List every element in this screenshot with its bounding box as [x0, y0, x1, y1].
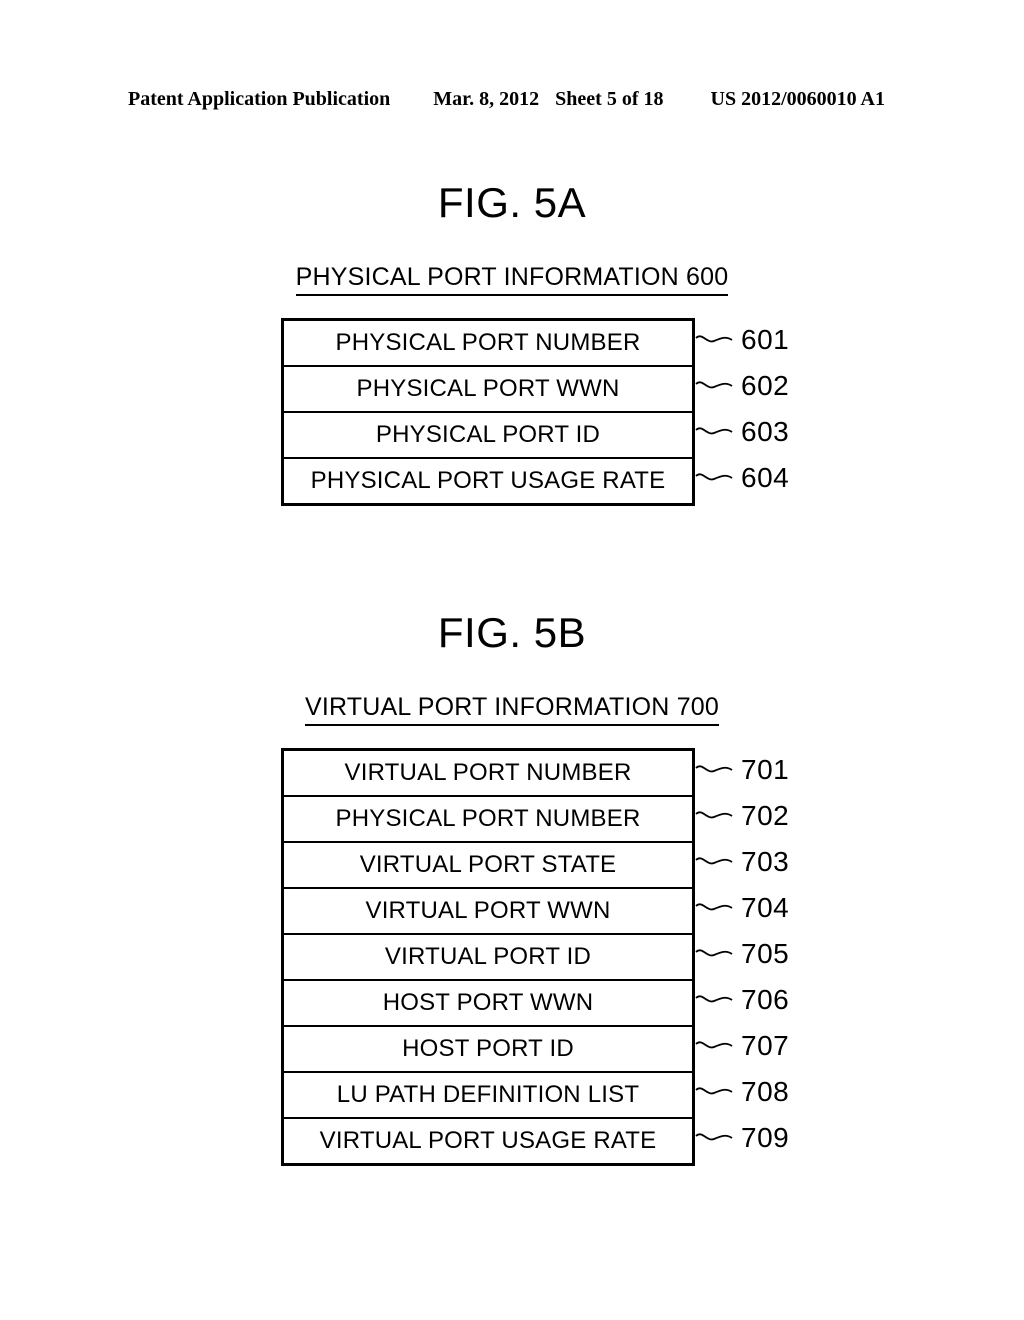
reference-number: 701: [741, 754, 790, 785]
reference-callout: 707: [689, 1024, 789, 1068]
figure-5b-title: FIG. 5B: [437, 609, 587, 656]
reference-number: 704: [741, 892, 790, 923]
figure-5b-caption-wrap: VIRTUAL PORT INFORMATION 700: [0, 692, 1024, 726]
publication-date-label: Mar. 8, 2012: [433, 88, 540, 110]
reference-callout: 602: [689, 364, 789, 408]
reference-callout: 601: [689, 318, 789, 362]
leader-line-squiggle-icon: [695, 335, 733, 343]
table-row: PHYSICAL PORT ID: [284, 413, 692, 459]
leader-line-squiggle-icon: [695, 949, 733, 957]
table-row: HOST PORT ID: [284, 1027, 692, 1073]
field-label: VIRTUAL PORT STATE: [359, 851, 617, 878]
leader-line-squiggle-icon: [695, 857, 733, 865]
reference-number: 602: [741, 370, 790, 401]
reference-number: 707: [741, 1030, 790, 1061]
leader-line-squiggle-icon: [695, 1087, 733, 1095]
reference-number: 601: [741, 324, 790, 355]
field-label: VIRTUAL PORT WWN: [365, 897, 611, 924]
field-label: VIRTUAL PORT NUMBER: [344, 759, 632, 786]
table-row: PHYSICAL PORT NUMBER: [284, 321, 692, 367]
reference-callout: 701: [689, 748, 789, 792]
field-label: HOST PORT WWN: [382, 989, 594, 1016]
reference-callout: 603: [689, 410, 789, 454]
publication-number-label: US 2012/0060010 A1: [710, 88, 885, 110]
reference-callout: 703: [689, 840, 789, 884]
reference-number: 703: [741, 846, 790, 877]
figure-5a-caption-wrap: PHYSICAL PORT INFORMATION 600: [0, 262, 1024, 296]
figure-5a: FIG. 5A PHYSICAL PORT INFORMATION 600 PH…: [0, 178, 1024, 506]
table-row: PHYSICAL PORT USAGE RATE: [284, 459, 692, 503]
reference-number: 705: [741, 938, 790, 969]
leader-line-squiggle-icon: [695, 903, 733, 911]
leader-line-squiggle-icon: [695, 995, 733, 1003]
reference-callout: 708: [689, 1070, 789, 1114]
reference-callout: 705: [689, 932, 789, 976]
reference-number: 709: [741, 1122, 790, 1153]
page-header: Patent Application Publication Mar. 8, 2…: [128, 88, 896, 114]
table-row: VIRTUAL PORT NUMBER: [284, 751, 692, 797]
table-row: PHYSICAL PORT WWN: [284, 367, 692, 413]
reference-number: 604: [741, 462, 790, 493]
publication-type-label: Patent Application Publication: [128, 88, 391, 110]
leader-line-squiggle-icon: [695, 381, 733, 389]
leader-line-squiggle-icon: [695, 1041, 733, 1049]
table-row: VIRTUAL PORT USAGE RATE: [284, 1119, 692, 1163]
field-label: HOST PORT ID: [402, 1035, 574, 1062]
table-row: LU PATH DEFINITION LIST: [284, 1073, 692, 1119]
field-label: LU PATH DEFINITION LIST: [336, 1081, 640, 1108]
reference-callout: 709: [689, 1116, 789, 1160]
leader-line-squiggle-icon: [695, 1133, 733, 1141]
field-label: PHYSICAL PORT USAGE RATE: [310, 467, 666, 494]
reference-callout: 706: [689, 978, 789, 1022]
leader-line-squiggle-icon: [695, 811, 733, 819]
reference-callout: 604: [689, 456, 789, 500]
table-row: VIRTUAL PORT ID: [284, 935, 692, 981]
leader-line-squiggle-icon: [695, 427, 733, 435]
field-label: PHYSICAL PORT NUMBER: [335, 329, 641, 356]
virtual-port-information-table: VIRTUAL PORT NUMBER PHYSICAL PORT NUMBER…: [281, 748, 695, 1166]
field-label: PHYSICAL PORT WWN: [356, 375, 620, 402]
reference-number: 706: [741, 984, 790, 1015]
sheet-number-label: Sheet 5 of 18: [555, 88, 664, 110]
table-row: VIRTUAL PORT WWN: [284, 889, 692, 935]
figure-5a-title: FIG. 5A: [437, 179, 587, 226]
figure-5b-caption: VIRTUAL PORT INFORMATION 700: [304, 692, 720, 726]
reference-callout: 704: [689, 886, 789, 930]
table-row: PHYSICAL PORT NUMBER: [284, 797, 692, 843]
physical-port-information-table: PHYSICAL PORT NUMBER PHYSICAL PORT WWN P…: [281, 318, 695, 506]
field-label: PHYSICAL PORT NUMBER: [335, 805, 641, 832]
table-row: VIRTUAL PORT STATE: [284, 843, 692, 889]
reference-callout: 702: [689, 794, 789, 838]
figure-5a-caption: PHYSICAL PORT INFORMATION 600: [295, 262, 729, 296]
reference-number: 603: [741, 416, 790, 447]
field-label: VIRTUAL PORT USAGE RATE: [319, 1127, 657, 1154]
reference-number: 708: [741, 1076, 790, 1107]
table-row: HOST PORT WWN: [284, 981, 692, 1027]
field-label: VIRTUAL PORT ID: [384, 943, 592, 970]
reference-number: 702: [741, 800, 790, 831]
publication-date-sheet: Mar. 8, 2012 Sheet 5 of 18: [433, 88, 663, 111]
field-label: PHYSICAL PORT ID: [375, 421, 601, 448]
leader-line-squiggle-icon: [695, 765, 733, 773]
leader-line-squiggle-icon: [695, 473, 733, 481]
figure-5b: FIG. 5B VIRTUAL PORT INFORMATION 700 VIR…: [0, 608, 1024, 1166]
